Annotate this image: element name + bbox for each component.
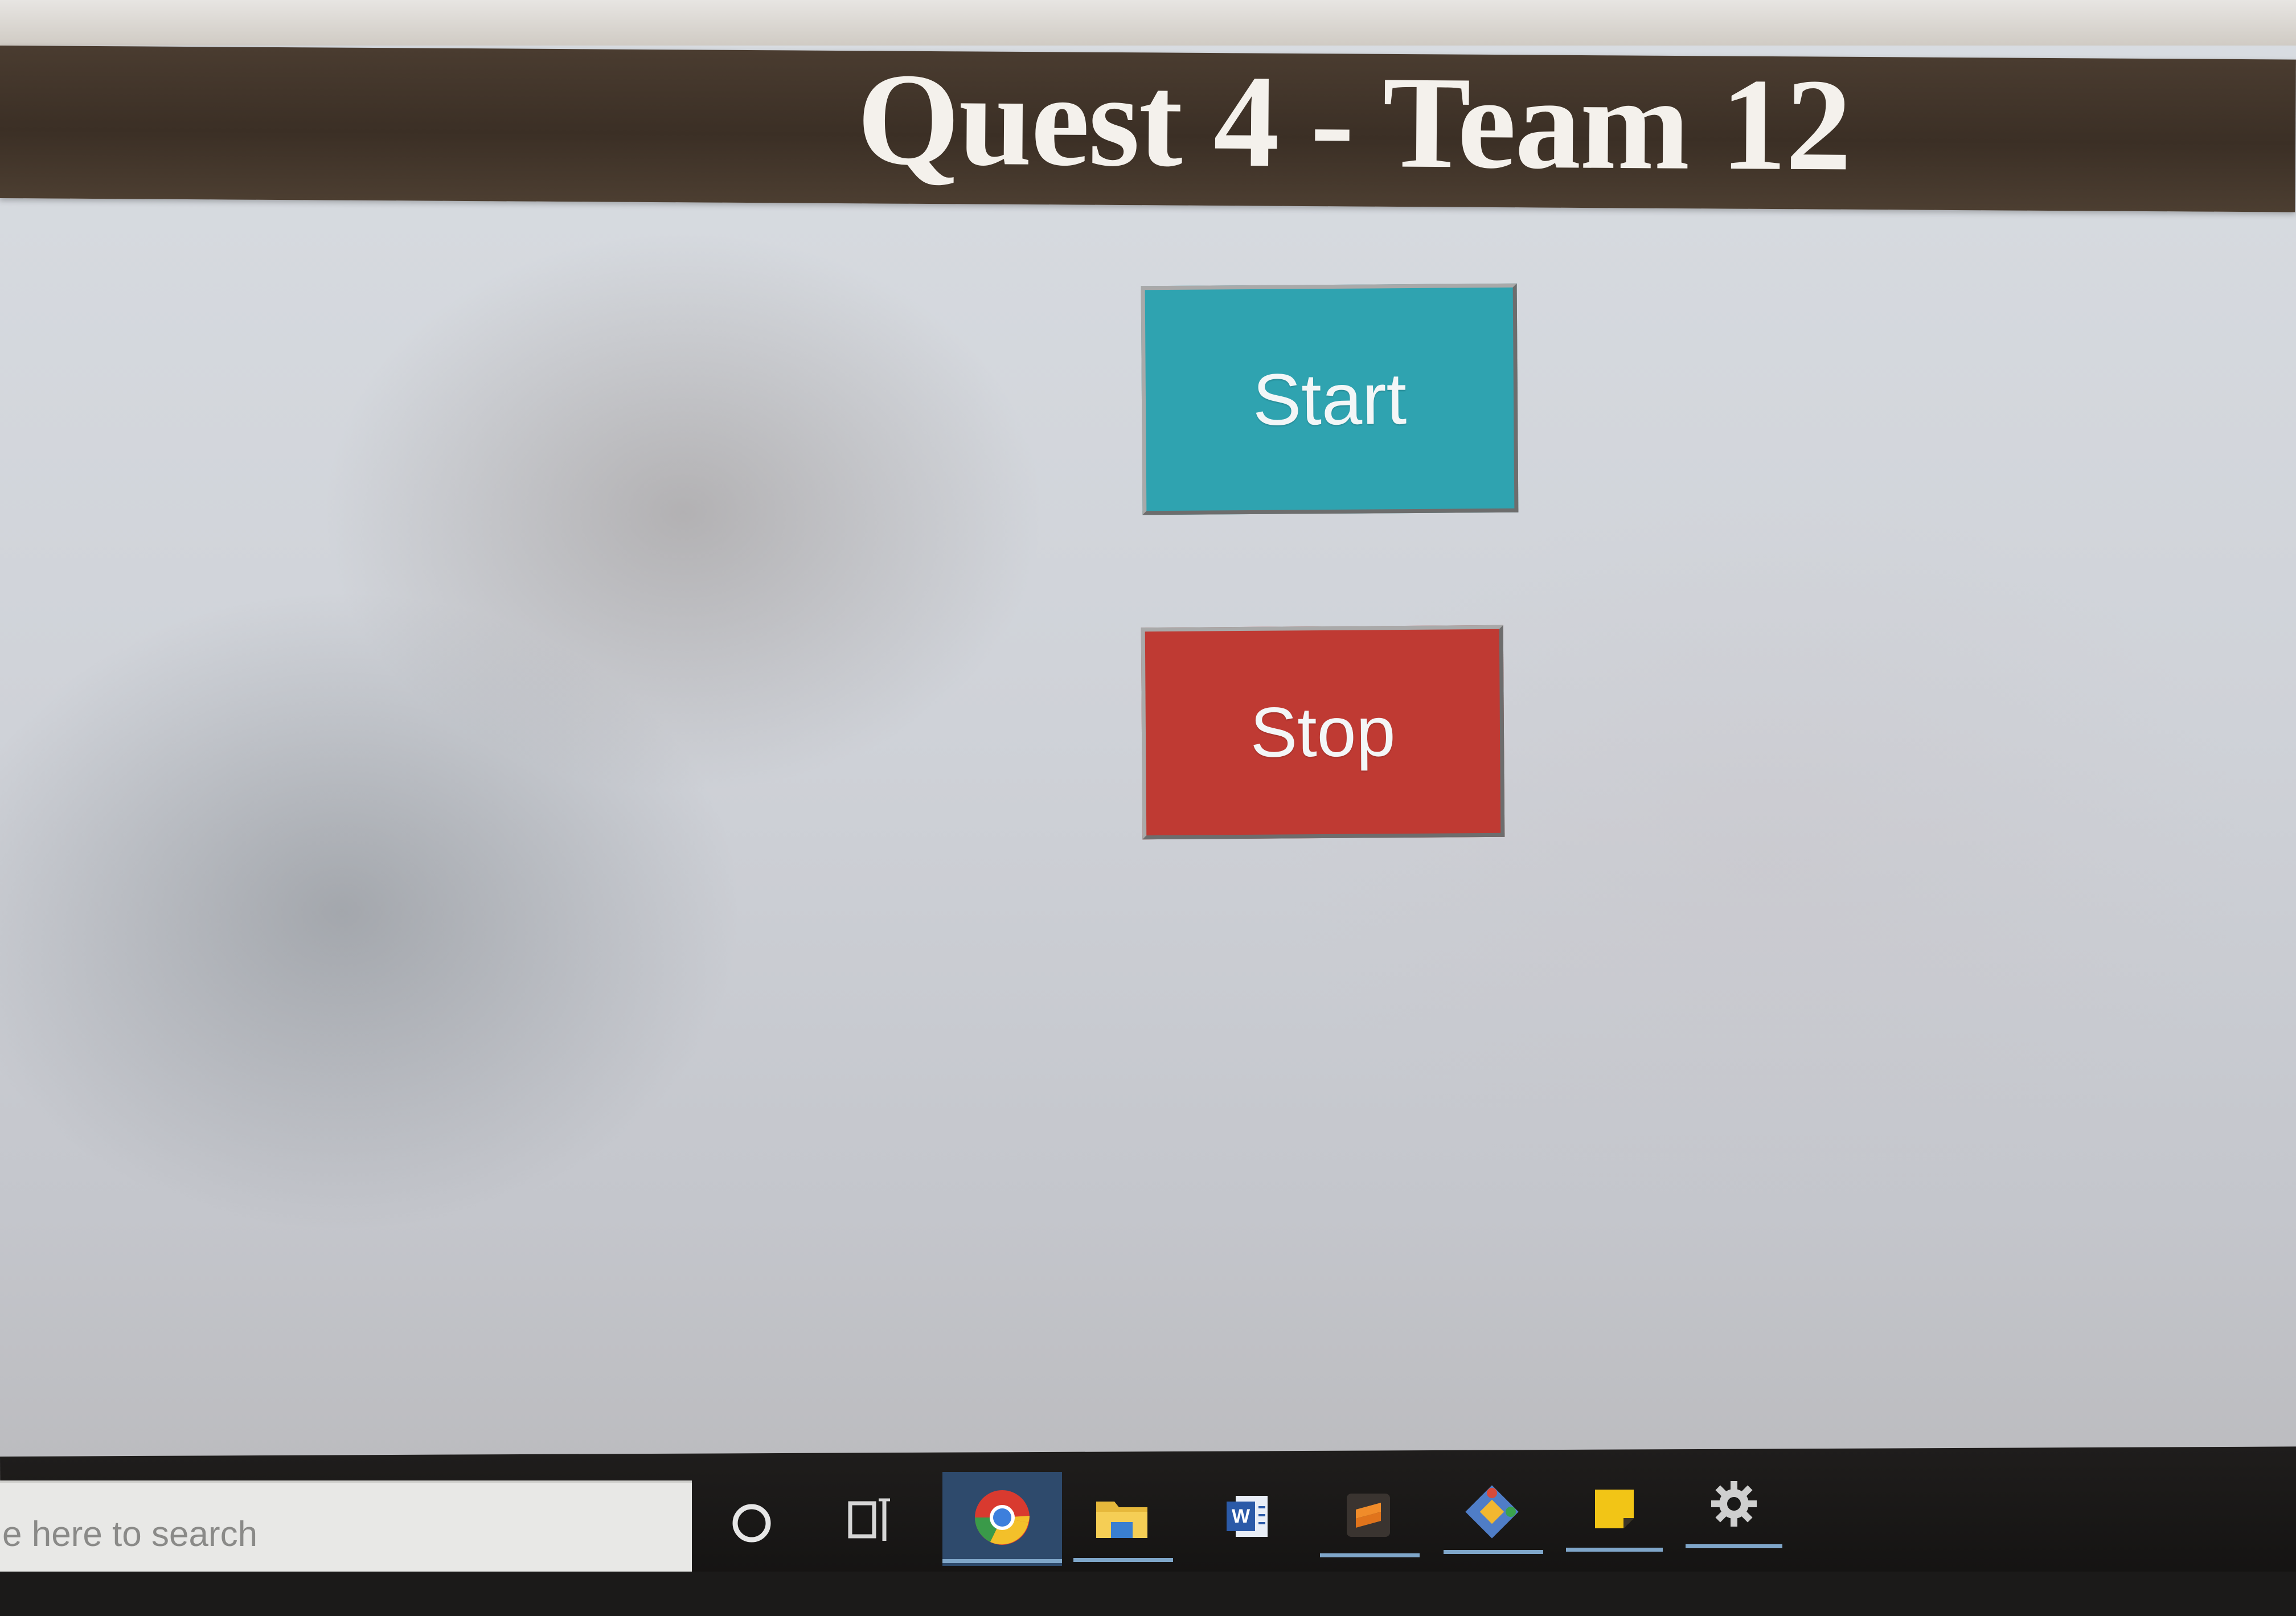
- git-app-icon[interactable]: [1444, 1463, 1540, 1560]
- monitor-bezel: [0, 1572, 2296, 1616]
- sublime-running-indicator: [1320, 1553, 1420, 1557]
- chrome-icon[interactable]: [954, 1469, 1051, 1566]
- task-view-icon[interactable]: [825, 1472, 921, 1569]
- sticky-notes-icon[interactable]: [1566, 1461, 1663, 1557]
- word-icon[interactable]: W: [1199, 1468, 1295, 1565]
- git-app-running-indicator: [1444, 1550, 1543, 1554]
- svg-text:W: W: [1232, 1506, 1250, 1527]
- taskbar-search-placeholder: e here to search: [2, 1515, 258, 1554]
- start-button[interactable]: Start: [1141, 283, 1519, 515]
- settings-running-indicator: [1686, 1544, 1782, 1548]
- cortana-icon[interactable]: [703, 1475, 800, 1572]
- chrome-running-indicator: [942, 1559, 1062, 1563]
- browser-top-area: [0, 0, 2296, 46]
- page-title: Quest 4 - Team 12: [856, 46, 1851, 199]
- sublime-text-icon[interactable]: [1320, 1467, 1417, 1564]
- sticky-notes-running-indicator: [1566, 1548, 1663, 1552]
- file-explorer-running-indicator: [1073, 1558, 1173, 1562]
- file-explorer-icon[interactable]: [1073, 1469, 1170, 1566]
- stop-button[interactable]: Stop: [1141, 625, 1505, 840]
- settings-icon[interactable]: [1686, 1455, 1782, 1552]
